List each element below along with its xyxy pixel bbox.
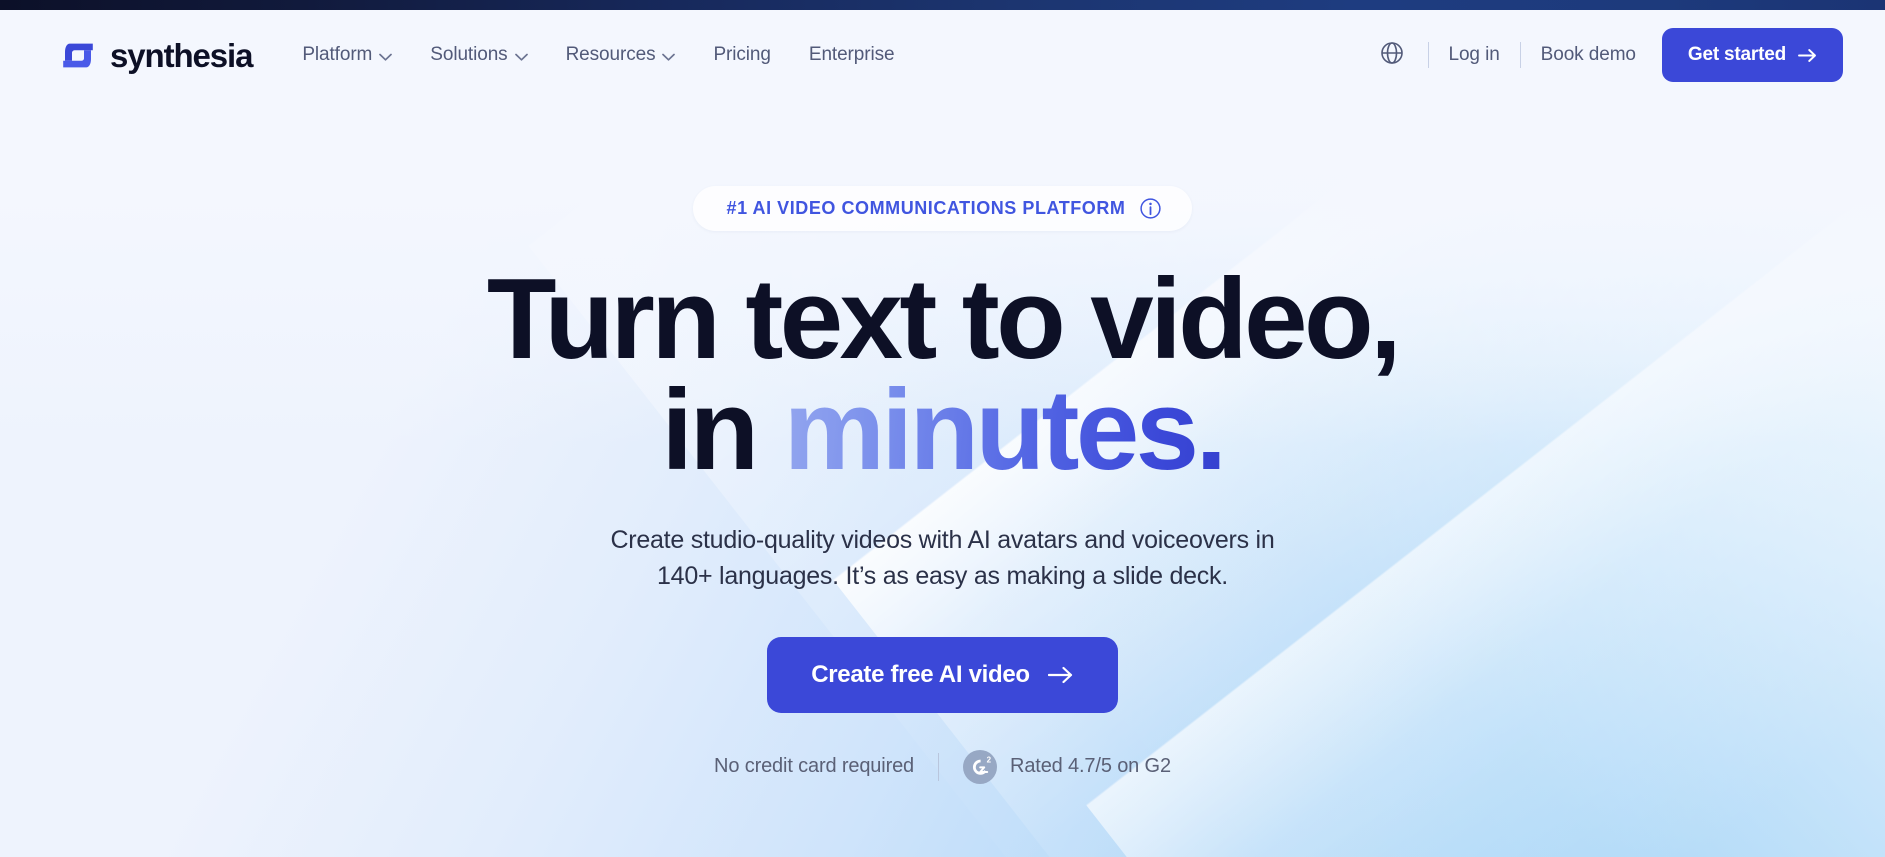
- no-credit-card-text: No credit card required: [714, 755, 915, 778]
- get-started-label: Get started: [1687, 44, 1786, 65]
- headline-line-2-prefix: in: [661, 366, 784, 494]
- trust-divider: [938, 752, 940, 781]
- primary-navigation: Platform Solutions Resources Pricing Ent…: [302, 44, 894, 66]
- create-free-ai-video-button[interactable]: Create free AI video: [767, 636, 1118, 713]
- header-divider-1: [1427, 42, 1429, 68]
- synthesia-logo-mark-icon: [58, 42, 98, 69]
- svg-text:2: 2: [987, 755, 992, 764]
- globe-icon: [1379, 40, 1405, 71]
- nav-item-enterprise-label: Enterprise: [808, 44, 895, 65]
- nav-item-solutions[interactable]: Solutions: [430, 44, 528, 66]
- trust-row: No credit card required 2 Rated 4.7/5 on…: [714, 749, 1171, 784]
- hero-subtitle: Create studio-quality videos with AI ava…: [610, 522, 1274, 595]
- headline-highlight: minutes.: [783, 366, 1228, 494]
- g2-rating[interactable]: 2 Rated 4.7/5 on G2: [963, 749, 1171, 784]
- nav-item-enterprise[interactable]: Enterprise: [809, 44, 895, 66]
- chevron-down-icon: [379, 50, 393, 61]
- nav-item-resources-label: Resources: [565, 44, 656, 65]
- site-header: synthesia Platform Solutions Resources P…: [0, 10, 1885, 100]
- arrow-right-icon: [1798, 48, 1817, 63]
- language-selector-button[interactable]: [1372, 35, 1412, 75]
- header-divider-2: [1519, 42, 1521, 68]
- nav-item-platform-label: Platform: [302, 44, 373, 65]
- nav-item-pricing-label: Pricing: [713, 44, 771, 65]
- arrow-right-icon: [1047, 665, 1074, 685]
- chevron-down-icon: [514, 50, 528, 61]
- hero-subtitle-line-1: Create studio-quality videos with AI ava…: [610, 526, 1275, 555]
- cta-label: Create free AI video: [811, 660, 1030, 688]
- info-circle-icon[interactable]: [1139, 197, 1162, 220]
- chevron-down-icon: [662, 50, 676, 61]
- g2-logo-icon: 2: [963, 749, 998, 784]
- hero-badge-label: #1 AI VIDEO COMMUNICATIONS PLATFORM: [726, 198, 1126, 218]
- nav-item-platform[interactable]: Platform: [302, 44, 393, 66]
- login-link[interactable]: Log in: [1445, 44, 1504, 66]
- g2-rating-text: Rated 4.7/5 on G2: [1010, 755, 1171, 778]
- nav-item-solutions-label: Solutions: [430, 44, 508, 65]
- brand-name: synthesia: [110, 36, 253, 74]
- get-started-button[interactable]: Get started: [1661, 28, 1843, 82]
- header-actions: Log in Book demo Get started: [1372, 28, 1843, 82]
- nav-item-resources[interactable]: Resources: [566, 44, 676, 66]
- hero-subtitle-line-2: 140+ languages. It’s as easy as making a…: [657, 562, 1228, 591]
- book-demo-link[interactable]: Book demo: [1537, 44, 1640, 66]
- brand-logo[interactable]: synthesia: [58, 36, 253, 74]
- headline-line-1: Turn text to video,: [486, 256, 1402, 383]
- nav-item-pricing[interactable]: Pricing: [713, 44, 770, 66]
- page-title: Turn text to video, in minutes.: [487, 263, 1402, 488]
- top-accent-bar: [0, 0, 1885, 10]
- hero-badge[interactable]: #1 AI VIDEO COMMUNICATIONS PLATFORM: [692, 186, 1193, 231]
- hero-section: #1 AI VIDEO COMMUNICATIONS PLATFORM Turn…: [0, 100, 1885, 857]
